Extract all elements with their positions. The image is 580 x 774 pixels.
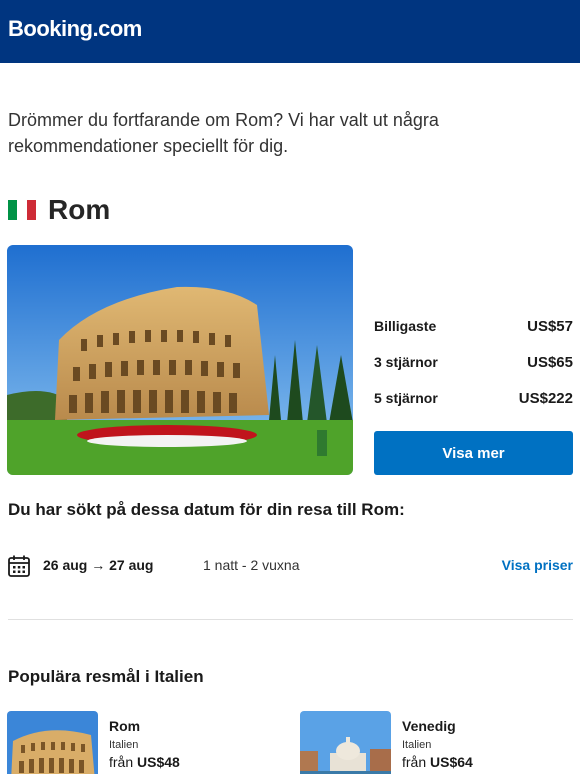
show-prices-link[interactable]: Visa priser bbox=[502, 557, 573, 573]
price-value: US$222 bbox=[518, 390, 573, 407]
trip-guests: 1 natt - 2 vuxna bbox=[203, 557, 300, 573]
show-more-button[interactable]: Visa mer bbox=[374, 431, 573, 475]
search-heading: Du har sökt på dessa datum för din resa … bbox=[8, 500, 405, 519]
calendar-icon bbox=[8, 555, 30, 582]
header-bar: Booking.com bbox=[0, 0, 580, 63]
card-price: från US$64 bbox=[402, 754, 473, 770]
price-value: US$57 bbox=[527, 318, 573, 335]
price-value: US$65 bbox=[527, 354, 573, 371]
card-price: från US$48 bbox=[109, 754, 180, 770]
trip-dates: 26 aug → 27 aug bbox=[43, 557, 154, 573]
card-country: Italien bbox=[109, 739, 139, 751]
price-label: 3 stjärnor bbox=[374, 354, 438, 370]
divider bbox=[8, 619, 573, 620]
price-row-cheapest: Billigaste US$57 bbox=[374, 318, 573, 354]
card-price-value: US$64 bbox=[430, 754, 473, 770]
popular-destination-card[interactable]: Rom Italien från US$48 bbox=[7, 711, 267, 774]
card-country: Italien bbox=[402, 739, 432, 751]
trip-details-row: 26 aug → 27 aug 1 natt - 2 vuxna Visa pr… bbox=[8, 553, 573, 579]
destination-title: Rom bbox=[8, 194, 110, 226]
card-price-value: US$48 bbox=[137, 754, 180, 770]
card-name[interactable]: Venedig bbox=[402, 718, 456, 734]
card-price-prefix: från bbox=[109, 754, 134, 770]
rome-thumbnail[interactable] bbox=[7, 711, 98, 774]
intro-text: Drömmer du fortfarande om Rom? Vi har va… bbox=[8, 110, 439, 156]
booking-logo[interactable]: Booking.com bbox=[8, 16, 142, 42]
venice-thumbnail[interactable] bbox=[300, 711, 391, 774]
price-label: 5 stjärnor bbox=[374, 390, 438, 406]
price-row-3-stars: 3 stjärnor US$65 bbox=[374, 354, 573, 390]
price-label: Billigaste bbox=[374, 318, 437, 334]
price-row-5-stars: 5 stjärnor US$222 bbox=[374, 390, 573, 426]
colosseum-photo[interactable] bbox=[7, 245, 353, 475]
italy-flag-icon bbox=[8, 200, 36, 220]
destination-name: Rom bbox=[48, 194, 111, 225]
card-name[interactable]: Rom bbox=[109, 718, 140, 734]
price-list: Billigaste US$57 3 stjärnor US$65 5 stjä… bbox=[374, 318, 573, 426]
popular-heading: Populära resmål i Italien bbox=[8, 667, 204, 686]
popular-destination-card[interactable]: Venedig Italien från US$64 bbox=[300, 711, 560, 774]
card-price-prefix: från bbox=[402, 754, 427, 770]
